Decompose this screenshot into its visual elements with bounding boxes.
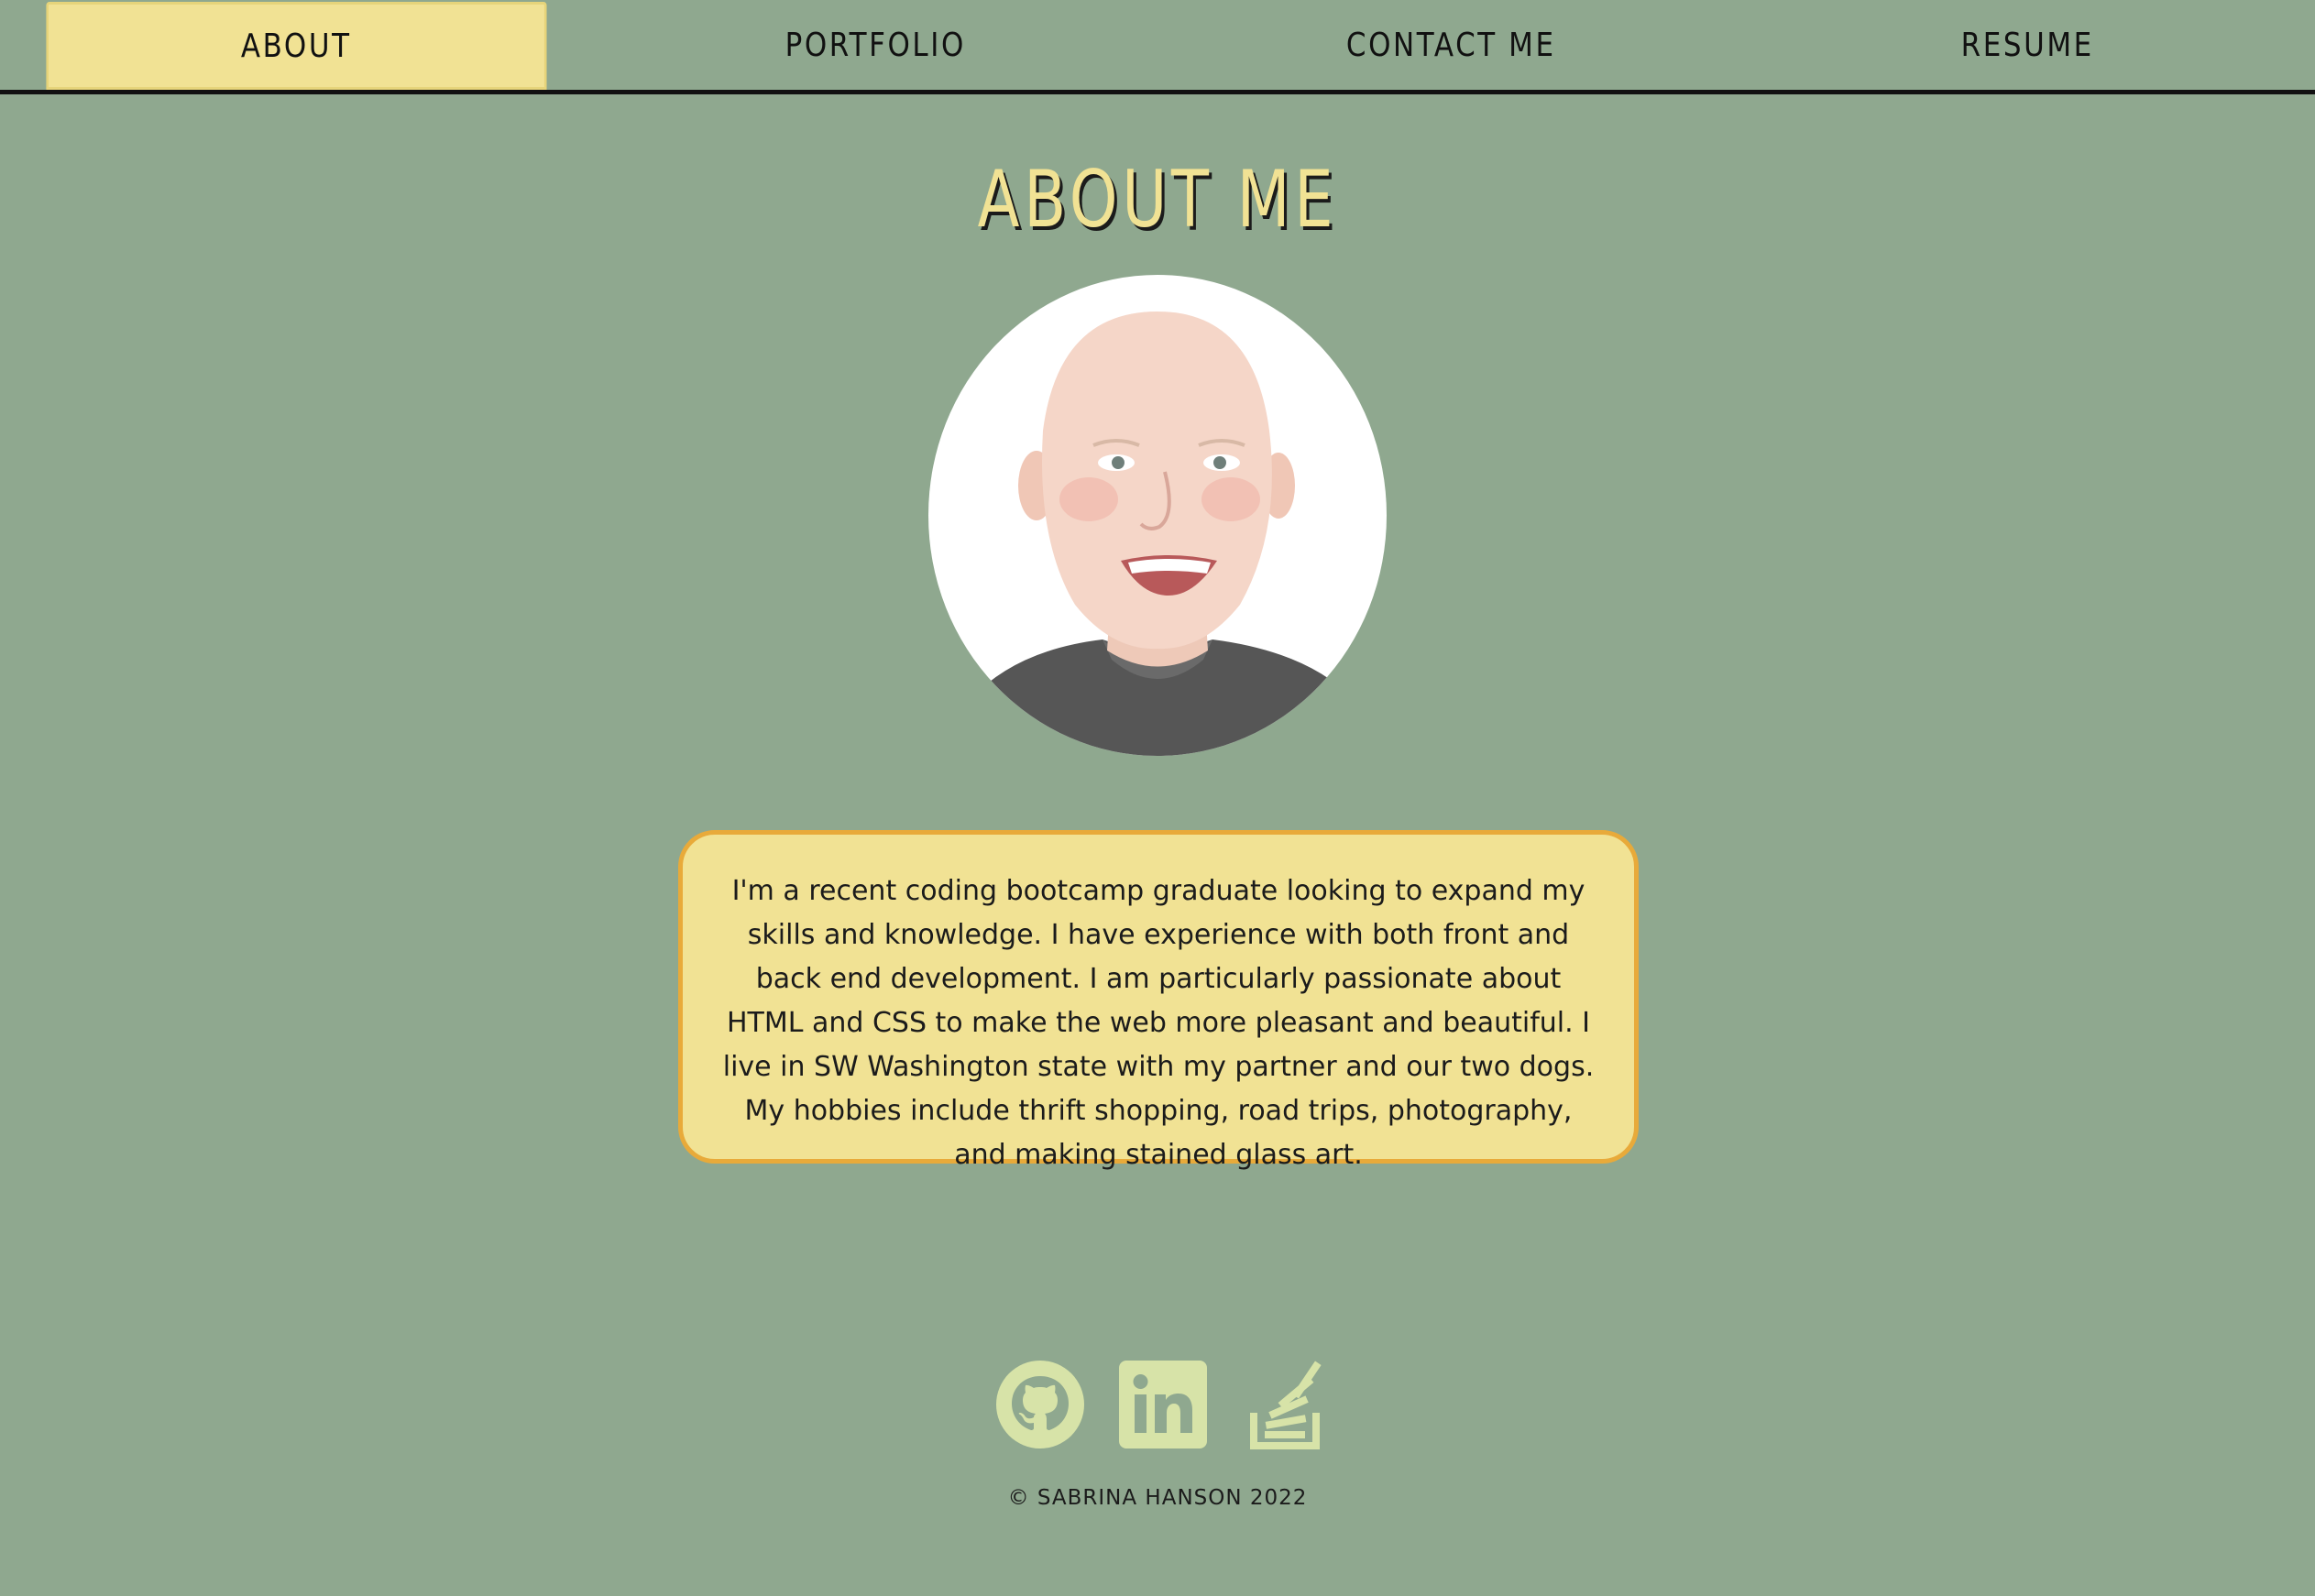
nav-tab-about-label: ABOUT [240,27,352,65]
profile-photo [928,275,1387,756]
bio-card: I'm a recent coding bootcamp graduate lo… [678,830,1639,1171]
nav-tab-about[interactable]: ABOUT [46,2,547,90]
nav-tab-contact[interactable]: CONTACT ME [1203,0,1699,90]
nav-tab-resume[interactable]: RESUME [1779,0,2275,90]
bio-text: I'm a recent coding bootcamp graduate lo… [722,875,1595,1171]
github-link[interactable] [995,1360,1085,1449]
top-nav: ABOUT PORTFOLIO CONTACT ME RESUME [0,0,2315,94]
stackoverflow-link[interactable] [1241,1360,1331,1449]
footer-copyright: © SABRINA HANSON 2022 [1007,1486,1308,1510]
nav-tab-portfolio-label: PORTFOLIO [784,26,966,64]
nav-tab-portfolio[interactable]: PORTFOLIO [627,0,1123,90]
linkedin-link[interactable] [1118,1360,1208,1449]
nav-tab-contact-label: CONTACT ME [1345,26,1556,64]
page-title: ABOUT ME [977,154,1338,246]
linkedin-icon [1119,1361,1207,1448]
page: ABOUT PORTFOLIO CONTACT ME RESUME ABOUT … [0,0,2315,1596]
stackoverflow-icon [1250,1361,1322,1449]
profile-photo-illustration [965,312,1359,756]
social-links [995,1360,1322,1449]
nav-tab-resume-label: RESUME [1960,26,2094,64]
github-icon [996,1361,1084,1448]
